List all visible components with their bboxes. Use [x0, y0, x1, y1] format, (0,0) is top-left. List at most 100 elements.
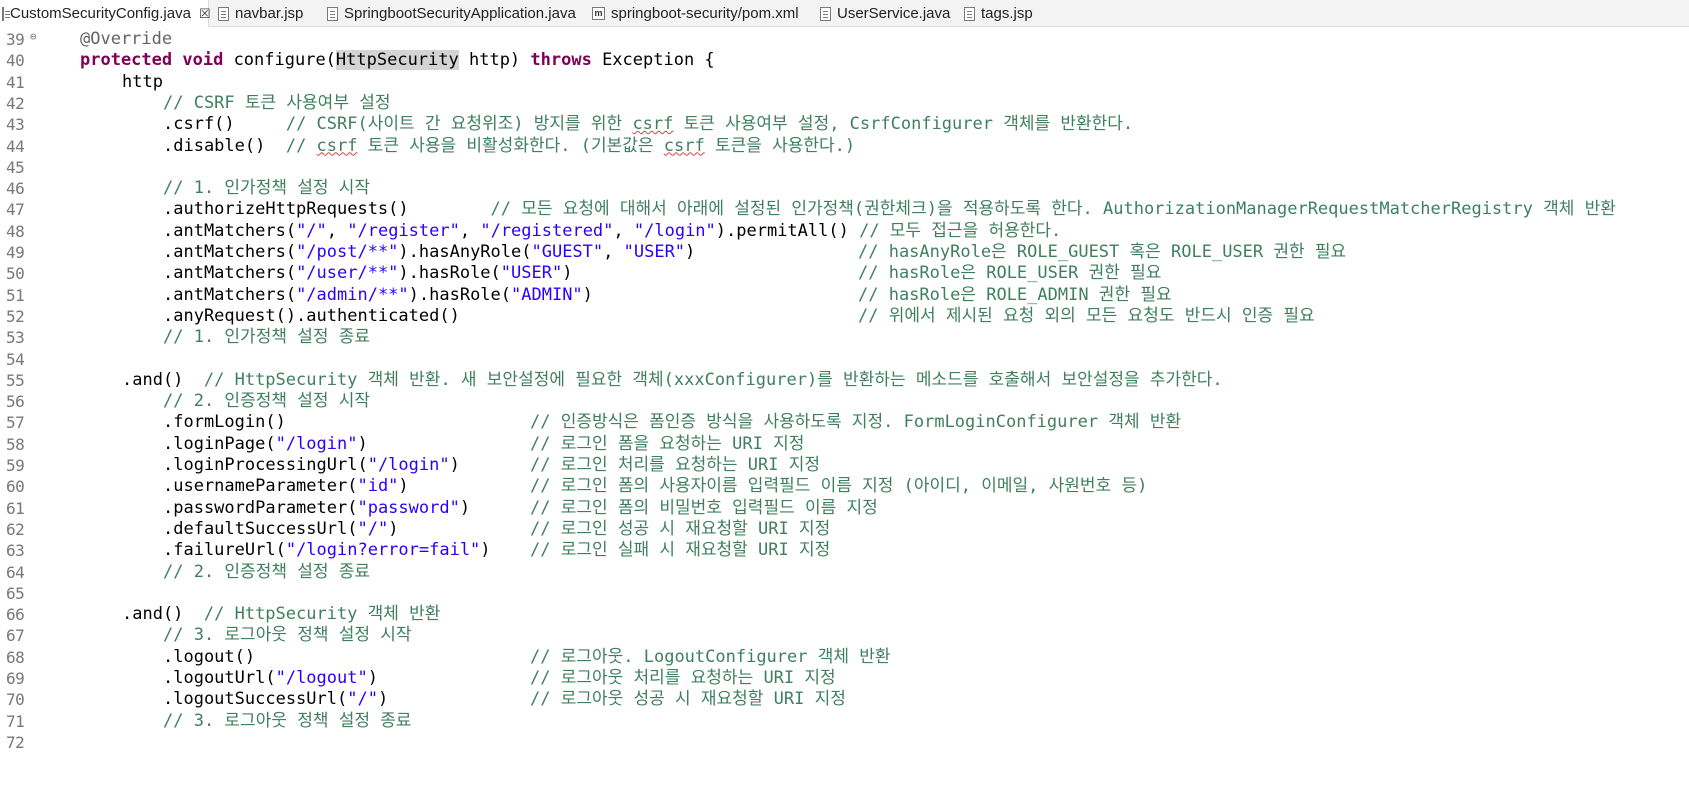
code-line[interactable]: 39 ⊖ @Override [0, 29, 1689, 50]
code-line[interactable]: 50 .antMatchers("/user/**").hasRole("USER… [0, 263, 1689, 284]
code-comment: // hasAnyRole은 ROLE_GUEST 혹은 ROLE_USER 권… [858, 242, 1347, 262]
code-line[interactable]: 63 .failureUrl("/login?error=fail") // 로그인… [0, 540, 1689, 561]
line-number: 52 [6, 306, 25, 326]
line-number: 60 [6, 477, 25, 497]
code-text: // 1. 인가정책 설정 종료 [163, 327, 370, 348]
jsp-file-icon [964, 6, 975, 21]
line-number: 48 [6, 221, 25, 241]
tab-label: UserService.java [837, 5, 951, 22]
code-line[interactable]: 42 // CSRF 토큰 사용여부 설정 [0, 93, 1689, 114]
code-line[interactable]: 65 [0, 583, 1689, 604]
code-text: @Override [80, 29, 173, 49]
code-text: protected void configure(HttpSecurity ht… [80, 50, 715, 71]
code-comment: // 로그인 폼의 비밀번호 입력필드 이름 지정 [530, 497, 878, 518]
code-comment: // 로그아웃 성공 시 재요청할 URI 지정 [530, 689, 846, 710]
code-line[interactable]: 60 .usernameParameter("id") // 로그인 폼의 사용자이… [0, 476, 1689, 497]
line-number: 43 [6, 115, 25, 135]
code-comment: // hasRole은 ROLE_USER 권한 필요 [858, 263, 1162, 284]
tab-pom-xml[interactable]: m springboot-security/pom.xml [590, 0, 799, 27]
line-number: 65 [6, 583, 25, 603]
line-number: 42 [6, 93, 25, 113]
tab-tags-jsp[interactable]: tags.jsp [962, 0, 1033, 27]
line-number: 61 [6, 498, 25, 518]
code-line[interactable]: 40 protected void configure(HttpSecurity … [0, 50, 1689, 71]
code-text: .defaultSuccessUrl("/") [163, 518, 399, 539]
code-line[interactable]: 61 .passwordParameter("password") // 로그인 폼… [0, 498, 1689, 519]
code-comment: // 인증방식은 폼인증 방식을 사용하도록 지정. FormLoginConf… [530, 412, 1182, 433]
tab-navbar-jsp[interactable]: navbar.jsp [216, 0, 303, 27]
code-text: // CSRF 토큰 사용여부 설정 [163, 92, 391, 113]
code-line[interactable]: 68 .logout() // 로그아웃. LogoutConfigurer 객체 … [0, 647, 1689, 668]
code-text: http [122, 71, 163, 92]
tab-label: CustomSecurityConfig.java [10, 5, 191, 22]
code-line[interactable]: 54 [0, 349, 1689, 370]
code-text: .loginProcessingUrl("/login") [163, 455, 460, 475]
line-number: 56 [6, 392, 25, 412]
jsp-file-icon [218, 6, 229, 21]
tab-userservice[interactable]: UserService.java [818, 0, 950, 27]
tab-customsecurityconfig[interactable]: CustomSecurityConfig.java ☒ [0, 0, 211, 27]
code-line[interactable]: 62 .defaultSuccessUrl("/") // 로그인 성공 시 재요청… [0, 519, 1689, 540]
code-line[interactable]: 41 http [0, 72, 1689, 93]
line-number: 44 [6, 136, 25, 156]
line-number: 62 [6, 519, 25, 539]
line-number: 64 [6, 562, 25, 582]
code-text: .antMatchers("/user/**").hasRole("USER") [163, 263, 573, 284]
code-line[interactable]: 52 .anyRequest().authenticated() // 위에서 제시… [0, 306, 1689, 327]
code-line[interactable]: 67 // 3. 로그아웃 정책 설정 시작 [0, 625, 1689, 646]
code-comment: // 위에서 제시된 요청 외의 모든 요청도 반드시 인증 필요 [858, 305, 1315, 326]
code-text: .authorizeHttpRequests() // 모든 요청에 대해서 아… [163, 199, 1616, 220]
code-line[interactable]: 51 .antMatchers("/admin/**").hasRole("ADM… [0, 285, 1689, 306]
tab-label: tags.jsp [981, 5, 1033, 22]
fold-toggle-icon[interactable]: ⊖ [30, 26, 37, 47]
code-text: .csrf() // CSRF(사이트 간 요청위조) 방지를 위한 csrf … [163, 114, 1134, 135]
code-line[interactable]: 43 .csrf() // CSRF(사이트 간 요청위조) 방지를 위한 csr… [0, 114, 1689, 135]
code-line[interactable]: 58 .loginPage("/login") // 로그인 폼을 요청하는 URI… [0, 434, 1689, 455]
code-line[interactable]: 56 // 2. 인증정책 설정 시작 [0, 391, 1689, 412]
line-number: 55 [6, 370, 25, 390]
code-line[interactable]: 47 .authorizeHttpRequests() // 모든 요청에 대해서… [0, 199, 1689, 220]
tab-label: SpringbootSecurityApplication.java [344, 5, 576, 22]
code-line[interactable]: 44 .disable() // csrf 토큰 사용을 비활성화한다. (기본값… [0, 136, 1689, 157]
code-line[interactable]: 53 // 1. 인가정책 설정 종료 [0, 327, 1689, 348]
code-text: // 2. 인증정책 설정 시작 [163, 391, 370, 412]
code-line[interactable]: 66 .and() // HttpSecurity 객체 반환 [0, 604, 1689, 625]
code-text: .anyRequest().authenticated() [163, 305, 460, 326]
code-text: .loginPage("/login") [163, 433, 368, 454]
tab-springbootsecurityapplication[interactable]: SpringbootSecurityApplication.java [325, 0, 576, 27]
tab-label: navbar.jsp [235, 5, 304, 22]
tab-label: springboot-security/pom.xml [611, 5, 799, 22]
line-number: 50 [6, 264, 25, 284]
code-line[interactable]: 70 .logoutSuccessUrl("/") // 로그아웃 성공 시 재요청… [0, 689, 1689, 710]
code-line[interactable]: 48 .antMatchers("/", "/register", "/regis… [0, 221, 1689, 242]
code-line[interactable]: 46 // 1. 인가정책 설정 시작 [0, 178, 1689, 199]
line-number: 66 [6, 605, 25, 625]
code-line[interactable]: 72 [0, 732, 1689, 753]
line-number: 40 [6, 51, 25, 71]
code-line[interactable]: 55 .and() // HttpSecurity 객체 반환. 새 보안설정에 … [0, 370, 1689, 391]
java-file-icon [820, 6, 831, 21]
line-number: 72 [6, 732, 25, 752]
line-number: 71 [6, 711, 25, 731]
code-line[interactable]: 45 [0, 157, 1689, 178]
code-text: .antMatchers("/admin/**").hasRole("ADMIN… [163, 284, 593, 305]
code-text: .and() // HttpSecurity 객체 반환. 새 보안설정에 필요… [122, 369, 1223, 390]
code-comment: // 로그아웃. LogoutConfigurer 객체 반환 [530, 646, 891, 667]
code-text: .failureUrl("/login?error=fail") [163, 540, 491, 561]
code-line[interactable]: 69 .logoutUrl("/logout") // 로그아웃 처리를 요청하는 … [0, 668, 1689, 689]
code-line[interactable]: 71 // 3. 로그아웃 정책 설정 종료 [0, 711, 1689, 732]
close-icon[interactable]: ☒ [199, 0, 211, 27]
code-line[interactable]: 64 // 2. 인증정책 설정 종료 [0, 562, 1689, 583]
line-number: 67 [6, 626, 25, 646]
line-number: 57 [6, 413, 25, 433]
line-number: 63 [6, 541, 25, 561]
code-text: .antMatchers("/post/**").hasAnyRole("GUE… [163, 242, 696, 262]
code-text: .passwordParameter("password") [163, 497, 471, 518]
code-line[interactable]: 59 .loginProcessingUrl("/login") // 로그인 처리… [0, 455, 1689, 476]
code-text: .logoutUrl("/logout") [163, 668, 378, 688]
code-comment: // 로그인 성공 시 재요청할 URI 지정 [530, 518, 831, 539]
code-editor[interactable]: 39 ⊖ @Override 40 protected void configure(H… [0, 27, 1689, 807]
code-line[interactable]: 49 .antMatchers("/post/**").hasAnyRole("G… [0, 242, 1689, 263]
code-line[interactable]: 57 .formLogin() // 인증방식은 폼인증 방식을 사용하도록 지정.… [0, 412, 1689, 433]
code-text: .usernameParameter("id") [163, 476, 409, 497]
